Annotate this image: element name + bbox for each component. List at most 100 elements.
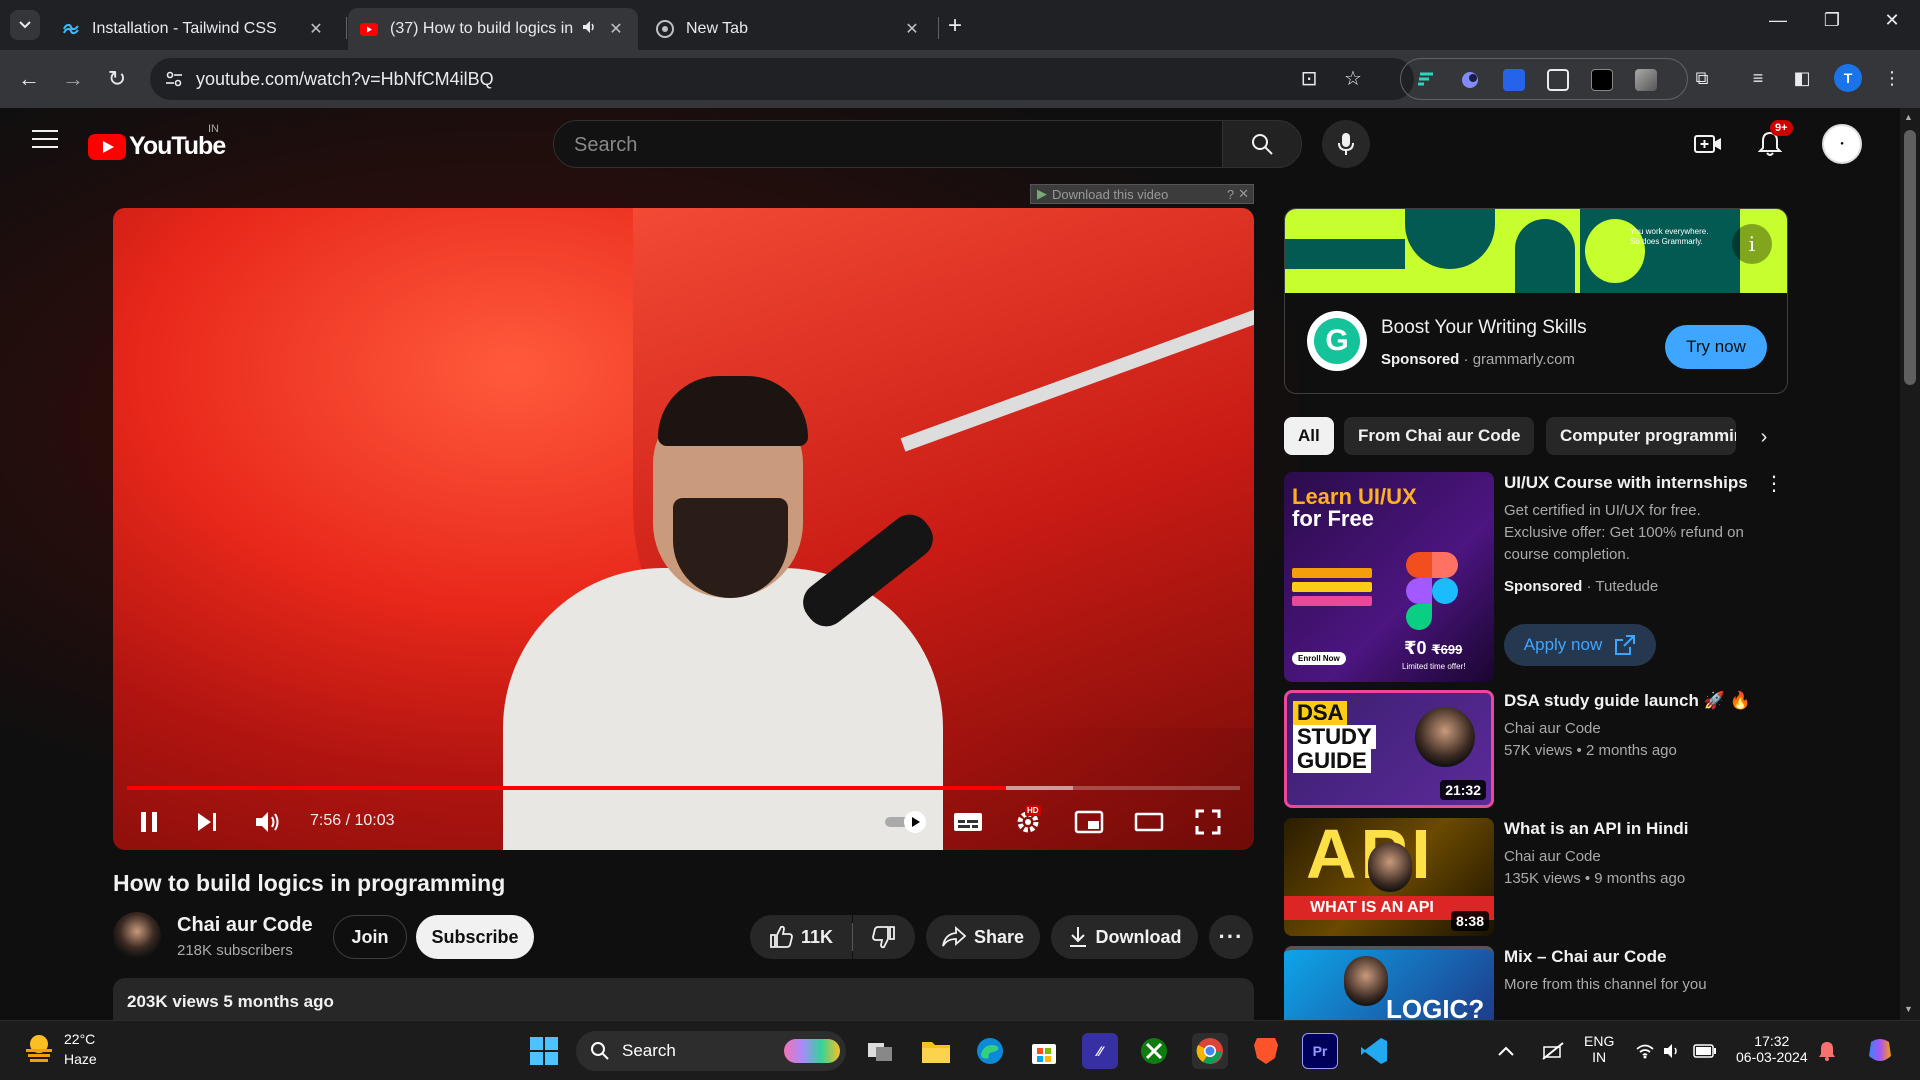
theater-mode-button[interactable] [1133, 808, 1165, 836]
search-button[interactable] [1222, 120, 1302, 168]
ext-f-icon[interactable] [1415, 69, 1437, 91]
rec-title[interactable]: Mix – Chai aur Code [1504, 946, 1764, 968]
pause-button[interactable] [135, 808, 163, 836]
microsoft-store-icon[interactable] [1026, 1033, 1062, 1069]
video-thumbnail[interactable]: Learn UI/UX for Free ₹0 ₹699 Limited time… [1284, 472, 1494, 682]
progress-bar[interactable] [127, 786, 1240, 790]
create-video-button[interactable] [1688, 124, 1728, 164]
menu-hamburger-icon[interactable] [32, 130, 58, 150]
install-app-icon[interactable]: ⊡ [1298, 68, 1320, 90]
tab-new-tab[interactable]: New Tab ✕ [644, 8, 934, 50]
rec-title[interactable]: What is an API in Hindi [1504, 818, 1764, 840]
rec-channel[interactable]: Chai aur Code [1504, 720, 1601, 737]
chip-computer-programming[interactable]: Computer programming [1546, 417, 1736, 455]
channel-name[interactable]: Chai aur Code [177, 914, 313, 937]
media-controls-icon[interactable]: ≡ [1744, 64, 1772, 92]
subtitles-button[interactable] [953, 808, 983, 836]
address-bar[interactable]: youtube.com/watch?v=HbNfCM4ilBQ ⊡ ☆ [150, 58, 1414, 100]
dislike-button[interactable] [853, 915, 915, 959]
forward-icon[interactable]: → [58, 64, 88, 94]
close-tab-icon[interactable]: ✕ [902, 19, 922, 39]
reload-icon[interactable]: ↻ [102, 64, 132, 94]
file-explorer-icon[interactable] [918, 1033, 954, 1069]
notifications-button[interactable]: 9+ [1750, 120, 1793, 164]
chevron-up-icon[interactable] [1494, 1033, 1518, 1069]
weather-widget[interactable]: 22°C Haze [22, 1031, 97, 1070]
video-thumbnail[interactable]: DSA STUDY GUIDE 21:32 [1284, 690, 1494, 808]
download-helper-bar[interactable]: ▶ Download this video ? ✕ [1030, 184, 1254, 204]
sponsored-ad-card[interactable]: You work everywhere. So does Grammarly. … [1284, 208, 1788, 394]
youtube-logo[interactable]: YouTube IN [88, 123, 226, 161]
extensions-puzzle-icon[interactable]: ⧉ [1688, 64, 1716, 92]
network-off-icon[interactable] [1538, 1033, 1568, 1069]
ext-audio-icon[interactable] [1503, 69, 1525, 91]
close-helper-icon[interactable]: ✕ [1238, 186, 1249, 202]
join-button[interactable]: Join [333, 915, 407, 959]
wifi-icon[interactable] [1634, 1033, 1656, 1069]
pen-app-icon[interactable]: ⁄⁄ [1082, 1033, 1118, 1069]
chrome-menu-icon[interactable]: ⋮ [1878, 64, 1906, 92]
rec-title[interactable]: DSA study guide launch 🚀 🔥 [1504, 690, 1764, 712]
edge-icon[interactable] [972, 1033, 1008, 1069]
fullscreen-button[interactable] [1193, 808, 1223, 836]
autoplay-toggle[interactable] [883, 808, 929, 836]
speaker-icon[interactable] [582, 20, 598, 39]
vscode-icon[interactable] [1356, 1033, 1392, 1069]
back-icon[interactable]: ← [14, 64, 44, 94]
description-box[interactable]: 203K views 5 months ago [113, 978, 1254, 1020]
language-indicator[interactable]: ENG IN [1584, 1033, 1614, 1065]
search-input[interactable]: Search [553, 120, 1223, 168]
share-button[interactable]: Share [926, 915, 1040, 959]
page-scrollbar[interactable]: ▲ ▼ [1900, 108, 1920, 1020]
xbox-icon[interactable] [1136, 1033, 1172, 1069]
chip-all[interactable]: All [1284, 417, 1334, 455]
more-actions-button[interactable]: ··· [1209, 915, 1253, 959]
clock[interactable]: 17:32 06-03-2024 [1736, 1033, 1808, 1065]
voice-search-button[interactable] [1322, 120, 1370, 168]
tab-youtube[interactable]: (37) How to build logics in p ✕ [348, 8, 638, 50]
rec-title[interactable]: UI/UX Course with internships [1504, 472, 1764, 494]
premiere-pro-icon[interactable]: Pr [1302, 1033, 1338, 1069]
ext-chatgpt-icon[interactable] [1591, 69, 1613, 91]
recommendation-video[interactable]: API WHAT IS AN API 8:38 What is an API i… [1284, 818, 1788, 936]
windows-start-icon[interactable] [526, 1033, 562, 1069]
ext-blob-icon[interactable] [1459, 69, 1481, 91]
video-thumbnail[interactable]: LOGIC? [1284, 946, 1494, 1020]
apply-now-button[interactable]: Apply now [1504, 624, 1656, 666]
brave-icon[interactable] [1248, 1033, 1284, 1069]
channel-avatar[interactable] [113, 912, 161, 960]
ad-banner[interactable]: You work everywhere. So does Grammarly. … [1285, 209, 1787, 293]
download-button[interactable]: Download [1051, 915, 1198, 959]
close-tab-icon[interactable]: ✕ [306, 19, 326, 39]
scrollbar-thumb[interactable] [1904, 130, 1916, 385]
site-info-icon[interactable] [164, 69, 184, 89]
chip-from-channel[interactable]: From Chai aur Code [1344, 417, 1535, 455]
battery-icon[interactable] [1692, 1033, 1718, 1069]
chrome-profile-avatar[interactable]: T [1834, 64, 1862, 92]
subscribe-button[interactable]: Subscribe [416, 915, 534, 959]
ext-square-icon[interactable] [1635, 69, 1657, 91]
settings-button[interactable]: HD [1013, 805, 1043, 836]
chevron-right-icon[interactable]: › [1748, 421, 1780, 453]
recommendation-mix[interactable]: LOGIC? Mix – Chai aur Code More from thi… [1284, 946, 1788, 1020]
recommendation-sponsored[interactable]: Learn UI/UX for Free ₹0 ₹699 Limited time… [1284, 472, 1788, 682]
rec-channel[interactable]: Chai aur Code [1504, 848, 1601, 865]
ext-window-icon[interactable] [1547, 69, 1569, 91]
close-tab-icon[interactable]: ✕ [606, 19, 626, 39]
account-avatar[interactable]: ● [1822, 124, 1862, 164]
info-icon[interactable]: i [1732, 224, 1772, 264]
taskbar-search[interactable]: Search [576, 1031, 846, 1071]
next-button[interactable] [193, 808, 221, 836]
new-tab-icon[interactable]: + [948, 12, 962, 40]
tab-search-button[interactable] [10, 10, 40, 40]
try-now-button[interactable]: Try now [1665, 325, 1767, 369]
more-vertical-icon[interactable]: ⋮ [1764, 474, 1784, 498]
like-button[interactable]: 11K [750, 915, 852, 959]
ad-title[interactable]: Boost Your Writing Skills [1381, 317, 1587, 339]
chrome-taskbar-icon[interactable] [1192, 1033, 1228, 1069]
help-icon[interactable]: ? [1227, 187, 1234, 202]
copilot-icon[interactable] [1862, 1033, 1898, 1069]
volume-button[interactable] [253, 808, 283, 836]
scroll-down-icon[interactable]: ▼ [1904, 1004, 1913, 1014]
task-view-icon[interactable] [862, 1033, 898, 1069]
